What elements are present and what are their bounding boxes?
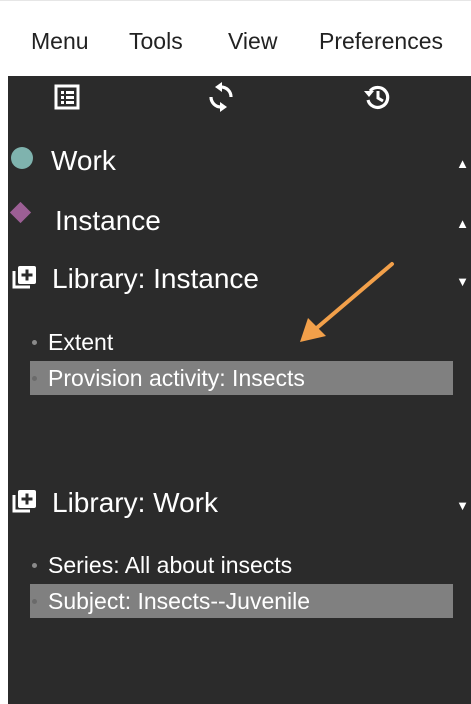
annotation-arrow-icon (300, 262, 394, 342)
section-instance-label: Instance (55, 205, 161, 236)
list-item[interactable]: Subject: Insects--Juvenile (30, 584, 453, 618)
list-item-label: Provision activity: Insects (48, 365, 305, 391)
section-library-work-label: Library: Work (52, 487, 218, 518)
list-item[interactable]: Series: All about insects (30, 548, 453, 582)
bullet-icon (32, 599, 37, 604)
chevron-down-icon[interactable]: ▼ (456, 498, 469, 513)
list-icon[interactable] (52, 82, 82, 112)
work-dot-icon (11, 147, 33, 169)
history-icon[interactable] (362, 82, 392, 112)
list-item-label: Extent (48, 329, 114, 355)
library-add-icon (11, 488, 37, 514)
chevron-up-icon[interactable]: ▲ (456, 156, 469, 171)
menu-item-preferences[interactable]: Preferences (319, 28, 443, 55)
section-library-instance[interactable]: Library: Instance ▼ (8, 258, 471, 298)
list-item[interactable]: Provision activity: Insects (30, 361, 453, 395)
menu-item-view[interactable]: View (228, 28, 277, 55)
library-add-icon (11, 264, 37, 290)
bullet-icon (32, 563, 37, 568)
list-item-label: Subject: Insects--Juvenile (48, 588, 311, 614)
section-library-instance-label: Library: Instance (52, 263, 259, 294)
bullet-icon (32, 376, 37, 381)
instance-diamond-icon (9, 201, 32, 224)
list-item-label: Series: All about insects (48, 552, 293, 578)
refresh-icon[interactable] (206, 82, 236, 112)
resource-panel: Work ▲ Instance ▲ Library: Instance ▼ Ex… (8, 76, 471, 704)
section-library-work[interactable]: Library: Work ▼ (8, 482, 471, 522)
section-work-label: Work (51, 145, 116, 176)
menu-item-menu[interactable]: Menu (31, 28, 89, 55)
menu-bar: Menu Tools View Preferences (0, 0, 471, 76)
section-instance[interactable]: Instance ▲ (8, 200, 471, 240)
menu-item-tools[interactable]: Tools (129, 28, 183, 55)
section-work[interactable]: Work ▲ (8, 140, 471, 180)
chevron-down-icon[interactable]: ▼ (456, 274, 469, 289)
bullet-icon (32, 340, 37, 345)
chevron-up-icon[interactable]: ▲ (456, 216, 469, 231)
